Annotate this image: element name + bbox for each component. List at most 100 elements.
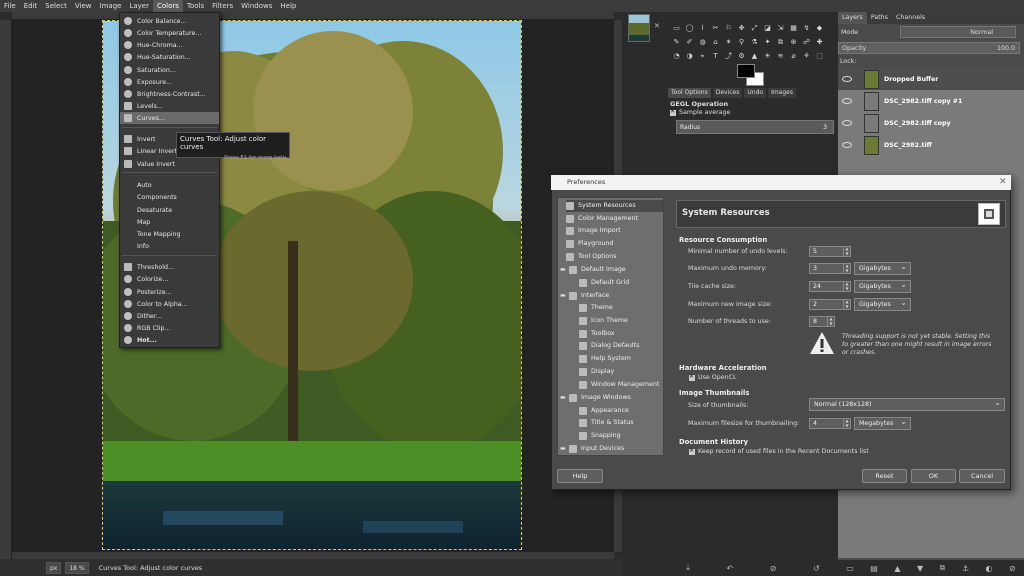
- tree-item-default-image[interactable]: ▬ Default Image: [560, 264, 626, 276]
- resize-icon[interactable]: ⇲: [776, 24, 785, 33]
- collapse-icon[interactable]: ▬: [560, 392, 566, 404]
- menu-file[interactable]: File: [0, 0, 20, 12]
- undo-levels-spinner[interactable]: 5 ▲ ▼: [809, 246, 851, 257]
- tree-item-playground[interactable]: Playground: [566, 238, 613, 250]
- menu-item-rgb-clip[interactable]: RGB Clip...: [120, 322, 219, 334]
- sample-average-checkbox[interactable]: Sample average: [670, 108, 730, 116]
- menu-tools[interactable]: Tools: [183, 0, 208, 12]
- spinner-arrows-icon[interactable]: ▲ ▼: [843, 263, 850, 273]
- ok-button[interactable]: OK: [911, 469, 956, 483]
- tree-item-system-resources[interactable]: System Resources: [566, 200, 663, 212]
- zoom-select[interactable]: 18 %: [65, 561, 89, 574]
- smudge-wave-icon[interactable]: ≋: [776, 52, 785, 61]
- tab-tool-options[interactable]: Tool Options: [668, 88, 711, 98]
- collapse-icon[interactable]: ▬: [560, 290, 566, 302]
- spinner-arrows-icon[interactable]: ▲ ▼: [843, 246, 850, 256]
- tree-item-color-management[interactable]: Color Management: [566, 213, 638, 225]
- menu-edit[interactable]: Edit: [20, 0, 42, 12]
- restore-icon[interactable]: ↶: [726, 564, 733, 573]
- tree-item-dialog-defaults[interactable]: Dialog Defaults: [579, 340, 639, 352]
- tree-item-snapping[interactable]: Snapping: [579, 430, 621, 442]
- thumbnail-filesize-spinner[interactable]: 4 ▲ ▼: [809, 418, 851, 429]
- tree-item-appearance[interactable]: Appearance: [579, 405, 629, 417]
- free-select-icon[interactable]: ⌇: [698, 24, 707, 33]
- tile-cache-unit-select[interactable]: Gigabytes: [854, 279, 911, 293]
- undo-memory-unit-select[interactable]: Gigabytes: [854, 261, 911, 275]
- heal-icon[interactable]: ⚗: [750, 38, 759, 47]
- unit-select[interactable]: px: [46, 561, 62, 574]
- lower-layer-icon[interactable]: ▼: [917, 564, 923, 573]
- tab-paths[interactable]: Paths: [867, 12, 892, 24]
- menu-item-brightness-contrast[interactable]: Brightness-Contrast...: [120, 88, 219, 100]
- menu-item-hot[interactable]: Hot...: [120, 334, 219, 346]
- tree-item-default-grid[interactable]: Default Grid: [579, 277, 629, 289]
- menu-item-saturation[interactable]: Saturation...: [120, 64, 219, 76]
- layer-row[interactable]: DSC_2982.tiff: [838, 134, 1024, 156]
- delete-layer-icon[interactable]: ⊘: [1009, 564, 1016, 573]
- tab-images[interactable]: Images: [768, 88, 796, 98]
- tree-item-display[interactable]: Display: [579, 366, 614, 378]
- thumbnail-size-select[interactable]: Normal (128x128): [809, 397, 1005, 411]
- tab-undo[interactable]: Undo: [744, 88, 767, 98]
- tile-cache-spinner[interactable]: 24 ▲ ▼: [809, 281, 851, 292]
- radius-slider[interactable]: Radius 3: [676, 120, 834, 134]
- foreground-color-swatch[interactable]: [737, 64, 755, 78]
- smudge-icon[interactable]: ⊕: [789, 38, 798, 47]
- tab-channels[interactable]: Channels: [892, 12, 929, 24]
- pencil-icon[interactable]: ✎: [672, 38, 681, 47]
- max-image-size-unit-select[interactable]: Gigabytes: [854, 297, 911, 311]
- collapse-icon[interactable]: ▬: [560, 264, 566, 276]
- tab-devices[interactable]: Devices: [712, 88, 743, 98]
- menu-item-curves[interactable]: Curves...: [120, 112, 219, 124]
- save-preset-icon[interactable]: ⤓: [686, 563, 690, 573]
- scissors-icon[interactable]: ✂: [711, 24, 720, 33]
- menu-image[interactable]: Image: [96, 0, 126, 12]
- spinner-arrows-icon[interactable]: ▲ ▼: [827, 316, 834, 326]
- tree-item-image-windows[interactable]: ▬ Image Windows: [560, 392, 631, 404]
- grid-icon[interactable]: ▦: [789, 24, 798, 33]
- tree-item-theme[interactable]: Theme: [579, 302, 613, 314]
- undo-memory-spinner[interactable]: 3 ▲ ▼: [809, 263, 851, 274]
- menu-view[interactable]: View: [71, 0, 96, 12]
- reset-button[interactable]: Reset: [862, 469, 907, 483]
- airbrush-icon[interactable]: ◍: [698, 38, 707, 47]
- tree-item-window-management[interactable]: Window Management: [579, 379, 659, 391]
- mypaint-icon[interactable]: ✶: [724, 38, 733, 47]
- visibility-eye-icon[interactable]: [842, 142, 852, 148]
- opacity-slider[interactable]: Opacity 100.0: [838, 42, 1020, 54]
- color-picker-icon[interactable]: ✚: [815, 38, 824, 47]
- delete-icon[interactable]: ⊘: [770, 564, 777, 573]
- menu-item-posterize[interactable]: Posterize...: [120, 286, 219, 298]
- flower-icon[interactable]: ⚘: [802, 52, 811, 61]
- tree-item-interface[interactable]: ▬ Interface: [560, 290, 609, 302]
- menu-filters[interactable]: Filters: [208, 0, 237, 12]
- visibility-eye-icon[interactable]: [842, 76, 852, 82]
- menu-item-threshold[interactable]: Threshold...: [120, 261, 219, 273]
- menu-help[interactable]: Help: [276, 0, 300, 12]
- visibility-eye-icon[interactable]: [842, 120, 852, 126]
- bucket-fill-icon[interactable]: ☀: [763, 52, 772, 61]
- measure-icon[interactable]: ◔: [672, 52, 681, 61]
- menu-item-colorize[interactable]: Colorize...: [120, 273, 219, 285]
- menu-colors[interactable]: Colors: [152, 0, 183, 12]
- tree-item-icon-theme[interactable]: Icon Theme: [579, 315, 628, 327]
- horizontal-scrollbar[interactable]: [12, 552, 614, 559]
- menu-item-color-temperature[interactable]: Color Temperature...: [120, 27, 219, 39]
- menu-select[interactable]: Select: [41, 0, 71, 12]
- scale-icon[interactable]: ⤢: [750, 24, 759, 33]
- keep-record-checkbox[interactable]: Keep record of used files in the Recent …: [689, 447, 869, 455]
- max-image-size-spinner[interactable]: 2 ▲ ▼: [809, 299, 851, 310]
- image-thumbnail[interactable]: [628, 14, 650, 42]
- tree-item-input-devices[interactable]: ▬ Input Devices: [560, 443, 624, 455]
- new-layer-icon[interactable]: ▭: [846, 564, 854, 573]
- tree-item-toolbox[interactable]: Toolbox: [579, 328, 615, 340]
- warp-icon[interactable]: ↯: [802, 24, 811, 33]
- crop-icon[interactable]: ◪: [763, 24, 772, 33]
- eraser-icon[interactable]: ⌀: [789, 52, 798, 61]
- spinner-arrows-icon[interactable]: ▲ ▼: [843, 299, 850, 309]
- fuzzy-select-icon[interactable]: ⚐: [724, 24, 733, 33]
- menu-item-levels[interactable]: Levels...: [120, 100, 219, 112]
- tab-layers[interactable]: Layers: [838, 12, 867, 24]
- clone-icon[interactable]: ⚲: [737, 38, 746, 47]
- tree-item-help-system[interactable]: Help System: [579, 353, 631, 365]
